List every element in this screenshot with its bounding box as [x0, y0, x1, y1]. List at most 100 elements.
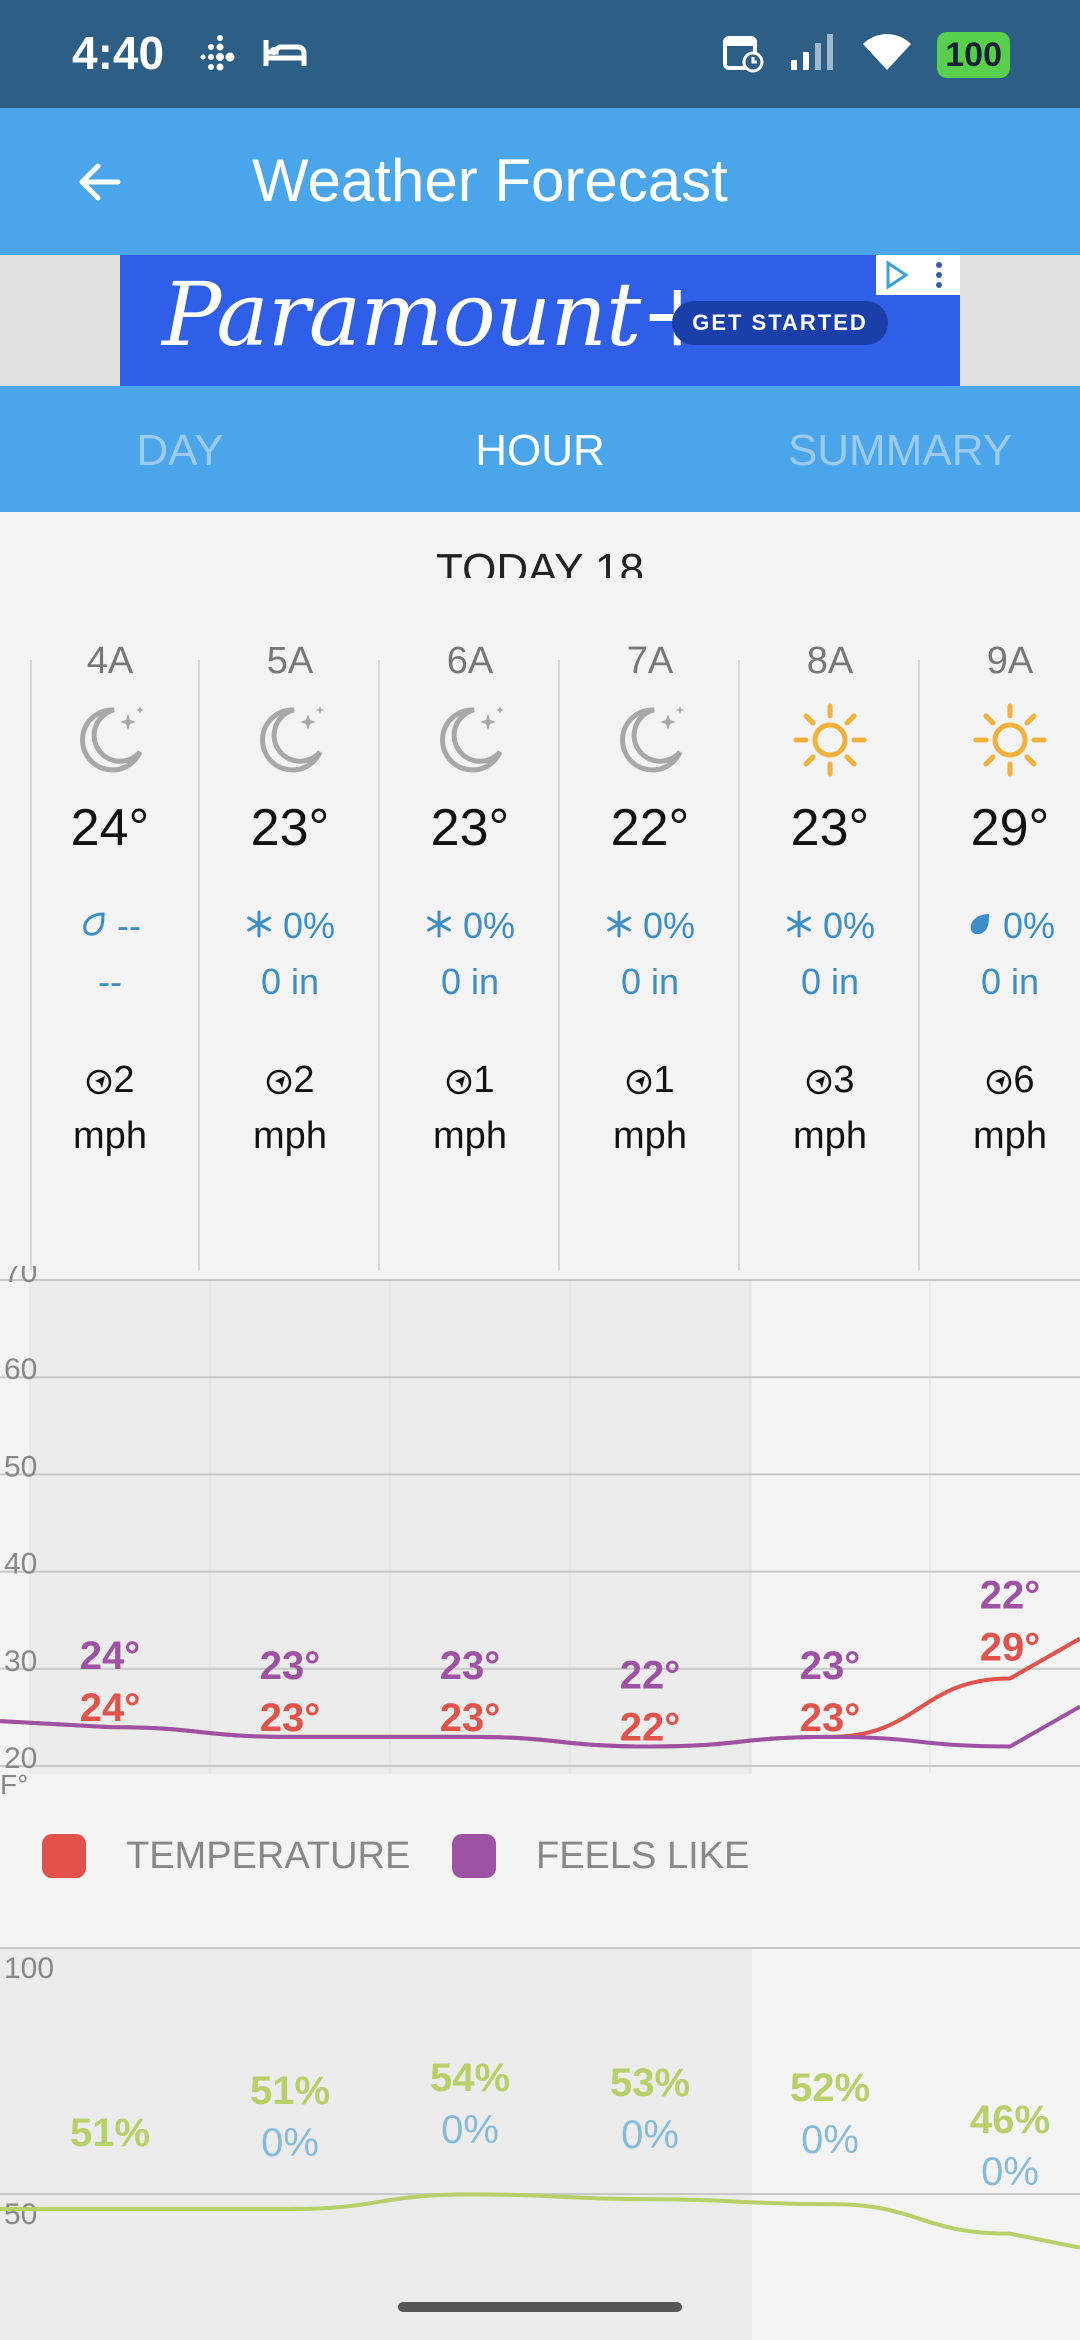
wind-unit: mph	[973, 1115, 1047, 1157]
precip-chance: 0%	[282, 905, 336, 946]
more-vert-icon	[936, 262, 942, 288]
precip-amount: 0 in	[800, 961, 860, 1002]
humidity-data-label: 46%	[970, 2098, 1050, 2142]
humidity-data-label: 53%	[610, 2061, 690, 2105]
hour-time: 6A	[446, 640, 494, 682]
wind-block: 3 mph	[740, 1052, 920, 1164]
wind-speed: 3	[833, 1059, 855, 1101]
ad-brand-logo: Paramount+	[162, 263, 714, 366]
wind-direction-icon	[265, 1059, 293, 1101]
hour-column[interactable]: 6A 23° 0% 0 in 1 mph	[380, 620, 560, 1270]
humidity-data-label: 51%	[70, 2111, 150, 2155]
moon-icon	[200, 690, 380, 790]
snowflake-icon	[425, 905, 453, 946]
hour-time: 8A	[806, 640, 854, 682]
feels-like-data-label: 24°	[80, 1634, 141, 1678]
signal-icon	[789, 32, 837, 77]
y-tick-label: 50	[4, 1450, 37, 1483]
moon-icon	[20, 690, 200, 790]
ad-choices-icon	[886, 260, 909, 290]
precip-chance: --	[117, 905, 141, 946]
wifi-icon	[861, 32, 913, 77]
wind-unit: mph	[253, 1115, 327, 1157]
ad-choices[interactable]	[876, 255, 960, 295]
ad-banner[interactable]: Paramount+ GET STARTED	[120, 255, 960, 386]
bed-icon	[262, 32, 308, 81]
ad-cta-button[interactable]: GET STARTED	[672, 301, 888, 345]
precip-data-label: 0%	[801, 2118, 859, 2162]
column-divider	[30, 660, 32, 1270]
tab-day[interactable]: DAY	[30, 426, 330, 476]
rain-drop-icon	[965, 905, 993, 946]
hourly-forecast-list[interactable]: 4A 24° -- -- 2 mph 5A 23° 0% 0 in 2 mph …	[0, 620, 1080, 1270]
sun-icon	[920, 690, 1080, 790]
wind-block: 2 mph	[200, 1052, 380, 1164]
temperature-data-label: 24°	[80, 1686, 141, 1730]
precipitation-block: 0% 0 in	[560, 898, 740, 1010]
temperature-data-label: 22°	[620, 1706, 681, 1750]
precip-amount: 0 in	[260, 961, 320, 1002]
humidity-data-label: 54%	[430, 2056, 510, 2100]
hour-temperature: 22°	[610, 799, 690, 857]
moon-icon	[380, 690, 560, 790]
legend-swatch-temperature	[42, 1834, 86, 1878]
wind-speed: 2	[113, 1059, 135, 1101]
back-button[interactable]	[70, 152, 140, 212]
wind-block: 1 mph	[380, 1052, 560, 1164]
feels-like-data-label: 22°	[620, 1654, 681, 1698]
hour-temperature: 24°	[70, 799, 150, 857]
precipitation-block: 0% 0 in	[380, 898, 560, 1010]
home-indicator[interactable]	[398, 2302, 682, 2312]
y-tick-label: 50	[4, 2198, 37, 2231]
precip-data-label: 0%	[621, 2113, 679, 2157]
hour-column[interactable]: 9A 29° 0% 0 in 6 mph	[920, 620, 1080, 1270]
wind-direction-icon	[805, 1059, 833, 1101]
temperature-data-label: 23°	[260, 1696, 321, 1740]
tab-hour[interactable]: HOUR	[390, 426, 690, 476]
wind-direction-icon	[85, 1059, 113, 1101]
y-tick-label: 30	[4, 1645, 37, 1678]
hour-temperature: 23°	[430, 799, 510, 857]
hour-time: 7A	[626, 640, 674, 682]
wind-speed: 2	[293, 1059, 315, 1101]
sun-icon	[740, 690, 920, 790]
tab-summary[interactable]: SUMMARY	[750, 426, 1050, 476]
y-tick-label: 70	[4, 1266, 37, 1289]
moon-icon	[560, 690, 740, 790]
precipitation-block: 0% 0 in	[200, 898, 380, 1010]
page-title: Weather Forecast	[252, 147, 728, 214]
hour-temperature: 29°	[970, 799, 1050, 857]
precip-amount: 0 in	[980, 961, 1040, 1002]
hour-temperature: 23°	[790, 799, 870, 857]
hour-time: 5A	[266, 640, 314, 682]
hour-column[interactable]: 8A 23° 0% 0 in 3 mph	[740, 620, 920, 1270]
feels-like-data-label: 22°	[980, 1574, 1041, 1618]
status-time: 4:40	[72, 27, 165, 79]
hour-time: 4A	[86, 640, 134, 682]
wind-block: 2 mph	[20, 1052, 200, 1164]
status-bar: 4:40 100	[0, 0, 1080, 108]
hour-temperature: 23°	[250, 799, 330, 857]
hour-column[interactable]: 5A 23° 0% 0 in 2 mph	[200, 620, 380, 1270]
precip-data-label: 0%	[441, 2108, 499, 2152]
feels-like-data-label: 23°	[440, 1644, 501, 1688]
precip-chance: 0%	[642, 905, 696, 946]
feels-like-data-label: 23°	[800, 1644, 861, 1688]
wind-unit: mph	[793, 1115, 867, 1157]
feels-like-data-label: 23°	[260, 1644, 321, 1688]
humidity-data-label: 52%	[790, 2066, 870, 2110]
hour-column[interactable]: 4A 24° -- -- 2 mph	[20, 620, 200, 1270]
y-tick-label: 40	[4, 1548, 37, 1581]
precip-data-label: 0%	[261, 2121, 319, 2165]
legend-swatch-feels-like	[452, 1834, 496, 1878]
wind-unit: mph	[73, 1115, 147, 1157]
hour-column[interactable]: 7A 22° 0% 0 in 1 mph	[560, 620, 740, 1270]
y-tick-label: 100	[4, 1952, 54, 1985]
humidity-data-label: 51%	[250, 2069, 330, 2113]
precip-amount: 0 in	[620, 961, 680, 1002]
wind-speed: 6	[1013, 1059, 1035, 1101]
battery-indicator: 100	[937, 31, 1010, 78]
date-header: TODAY 18	[436, 545, 644, 578]
chart-legend: TEMPERATURE FEELS LIKE	[0, 1820, 1080, 1890]
precipitation-block: 0% 0 in	[920, 898, 1080, 1010]
